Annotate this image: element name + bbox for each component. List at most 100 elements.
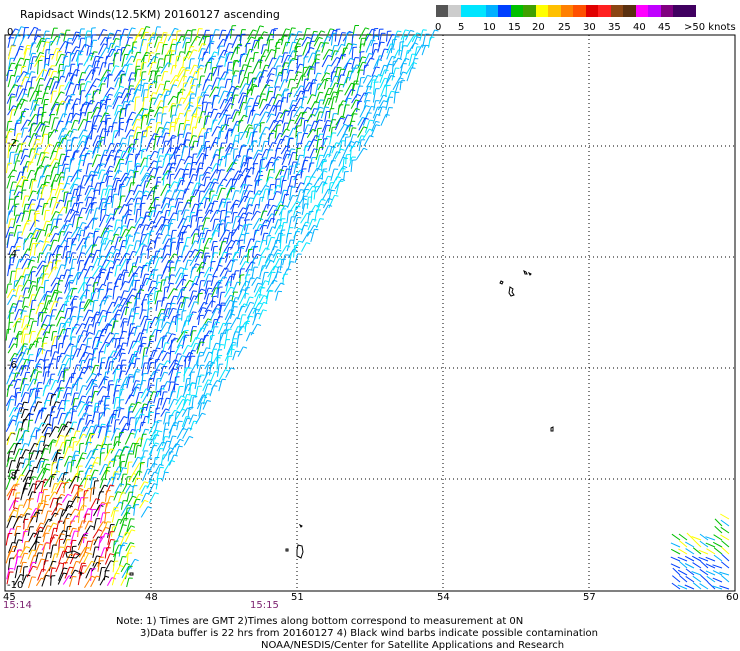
wind-barb-feather xyxy=(185,210,189,211)
wind-barb-feather xyxy=(174,296,178,297)
wind-barb-feather xyxy=(273,205,277,206)
wind-barb xyxy=(154,364,160,375)
wind-barb xyxy=(162,353,167,361)
wind-barb xyxy=(8,75,11,87)
wind-barb xyxy=(268,58,273,69)
wind-barb-feather xyxy=(173,308,177,309)
wind-barb xyxy=(169,382,171,391)
wind-barb xyxy=(204,133,205,146)
wind-barb xyxy=(182,276,183,286)
wind-barb xyxy=(224,35,227,47)
wind-barb-feather xyxy=(306,222,310,223)
wind-barb-feather xyxy=(307,107,311,109)
wind-barb xyxy=(189,59,191,69)
wind-barb xyxy=(97,104,102,117)
wind-barb xyxy=(86,415,88,424)
wind-barb xyxy=(269,120,274,130)
wind-barb-feather xyxy=(299,241,303,242)
wind-barb-feather xyxy=(287,154,291,155)
wind-barb-feather xyxy=(124,319,128,320)
wind-barb xyxy=(64,270,67,279)
wind-barb-feather xyxy=(378,107,382,108)
wind-barb-feather xyxy=(95,365,99,366)
wind-barb-feather xyxy=(65,135,69,136)
wind-barb-feather xyxy=(202,308,206,309)
wind-barb xyxy=(344,172,345,181)
wind-barb xyxy=(122,45,127,56)
wind-barb-feather xyxy=(243,65,247,66)
wind-barb-feather xyxy=(61,275,65,276)
wind-barb xyxy=(378,101,383,110)
wind-barb-feather xyxy=(109,230,113,231)
wind-barb xyxy=(160,280,162,291)
wind-barb-feather xyxy=(405,30,409,31)
wind-barb-feather xyxy=(425,45,429,46)
wind-barb-feather xyxy=(400,78,404,79)
wind-barb-feather xyxy=(297,212,301,213)
wind-barb-feather xyxy=(181,180,185,181)
wind-barb xyxy=(416,45,422,56)
wind-barb xyxy=(276,291,279,300)
wind-barb xyxy=(114,53,115,66)
wind-barb-feather xyxy=(103,387,107,389)
wind-barb-feather xyxy=(326,73,330,74)
wind-barb xyxy=(381,85,385,97)
wind-barb-feather xyxy=(364,148,368,150)
wind-barb-feather xyxy=(129,38,133,39)
wind-barb-feather xyxy=(132,28,136,29)
wind-barb-feather xyxy=(174,399,178,400)
wind-barb-feather xyxy=(25,268,29,269)
wind-barb-feather xyxy=(246,168,250,170)
wind-barb-feather xyxy=(246,84,250,85)
wind-barb-feather xyxy=(90,277,94,278)
wind-barb-feather xyxy=(34,134,38,135)
wind-barb-feather xyxy=(84,130,88,131)
wind-barb xyxy=(290,162,293,175)
wind-barb xyxy=(253,247,255,258)
wind-barb xyxy=(349,68,353,81)
wind-barb xyxy=(220,99,224,108)
wind-barb-feather xyxy=(244,184,248,185)
wind-barb xyxy=(50,151,53,160)
wind-barb-feather xyxy=(137,163,141,164)
wind-barb xyxy=(185,182,190,193)
wind-barb xyxy=(289,177,291,187)
wind-barb xyxy=(217,160,219,174)
wind-barb-feather xyxy=(145,225,149,226)
wind-barb-feather xyxy=(238,171,242,172)
wind-barb-feather xyxy=(293,195,297,196)
wind-barb xyxy=(262,141,265,152)
wind-barb xyxy=(283,255,285,265)
wind-barb-feather xyxy=(208,372,212,373)
wind-barb xyxy=(185,77,190,88)
wind-barb xyxy=(339,157,343,166)
wind-barb-feather xyxy=(348,115,352,116)
wind-barb-feather xyxy=(224,252,228,253)
wind-barb-feather xyxy=(168,63,172,64)
wind-barb-feather xyxy=(40,122,44,123)
wind-barb-feather xyxy=(340,84,344,85)
wind-barb xyxy=(232,213,234,224)
wind-barb-feather xyxy=(209,331,213,332)
wind-barb xyxy=(73,84,77,95)
wind-barb-feather xyxy=(319,37,323,38)
wind-barb-feather xyxy=(248,185,252,186)
wind-barb xyxy=(106,33,110,41)
wind-barb-feather xyxy=(172,303,176,304)
wind-barb-feather xyxy=(24,402,28,403)
wind-barb-feather xyxy=(271,218,275,219)
wind-barb-feather xyxy=(55,82,59,83)
wind-barb xyxy=(343,126,347,138)
wind-barb xyxy=(62,355,66,363)
wind-barb xyxy=(86,285,88,299)
wind-barb-feather xyxy=(103,63,107,64)
wind-barb xyxy=(97,121,102,132)
wind-barb xyxy=(288,79,290,88)
wind-barb-feather xyxy=(60,189,64,190)
wind-barb xyxy=(150,317,156,328)
wind-barb-feather xyxy=(47,291,51,292)
wind-barb xyxy=(202,52,204,61)
wind-barb xyxy=(66,113,70,125)
wind-barb xyxy=(357,102,358,112)
wind-barb xyxy=(297,56,298,68)
